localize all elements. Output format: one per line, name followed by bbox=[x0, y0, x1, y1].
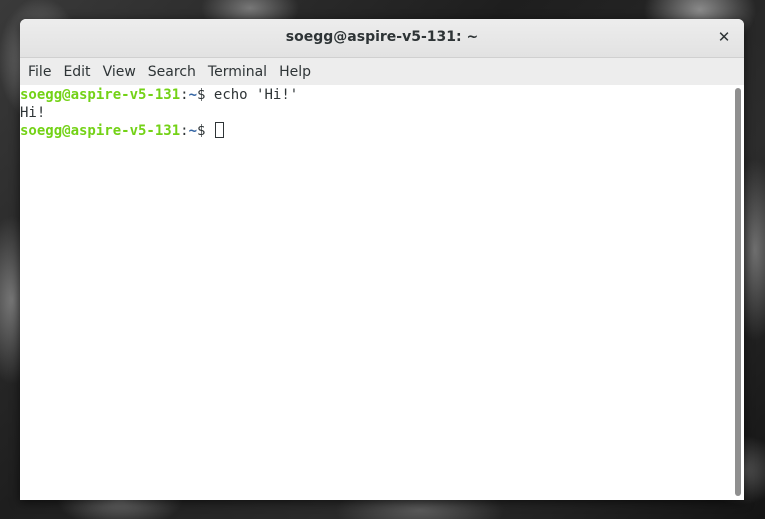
menu-view[interactable]: View bbox=[97, 59, 142, 85]
menu-search[interactable]: Search bbox=[142, 59, 202, 85]
close-icon[interactable]: ✕ bbox=[714, 27, 734, 47]
prompt-path: ~ bbox=[188, 87, 198, 103]
output-text: Hi! bbox=[20, 105, 46, 121]
menu-terminal[interactable]: Terminal bbox=[202, 59, 273, 85]
terminal-line: soegg@aspire-v5-131:~$ bbox=[20, 122, 732, 140]
prompt-user: soegg@aspire-v5-131 bbox=[20, 87, 181, 103]
prompt-symbol: $ bbox=[197, 87, 214, 103]
menu-edit[interactable]: Edit bbox=[57, 59, 96, 85]
prompt-separator: : bbox=[180, 123, 189, 139]
text-cursor bbox=[214, 122, 224, 138]
window-title: soegg@aspire-v5-131: ~ bbox=[285, 29, 479, 45]
menu-help[interactable]: Help bbox=[273, 59, 317, 85]
prompt-user: soegg@aspire-v5-131 bbox=[20, 123, 181, 139]
title-bar[interactable]: soegg@aspire-v5-131: ~ ✕ bbox=[20, 19, 744, 58]
prompt-separator: : bbox=[180, 87, 189, 103]
scrollbar-thumb[interactable] bbox=[735, 88, 741, 496]
vertical-scrollbar[interactable] bbox=[732, 85, 744, 500]
prompt-path: ~ bbox=[188, 123, 198, 139]
terminal-line: Hi! bbox=[20, 104, 732, 122]
terminal-window: soegg@aspire-v5-131: ~ ✕ File Edit View … bbox=[20, 19, 744, 500]
terminal-line: soegg@aspire-v5-131:~$ echo 'Hi!' bbox=[20, 86, 732, 104]
command-text: echo 'Hi!' bbox=[213, 87, 299, 103]
terminal-area[interactable]: soegg@aspire-v5-131:~$ echo 'Hi!' Hi! so… bbox=[20, 85, 732, 500]
menu-bar: File Edit View Search Terminal Help bbox=[20, 58, 744, 86]
prompt-symbol: $ bbox=[197, 123, 214, 139]
menu-file[interactable]: File bbox=[22, 59, 57, 85]
